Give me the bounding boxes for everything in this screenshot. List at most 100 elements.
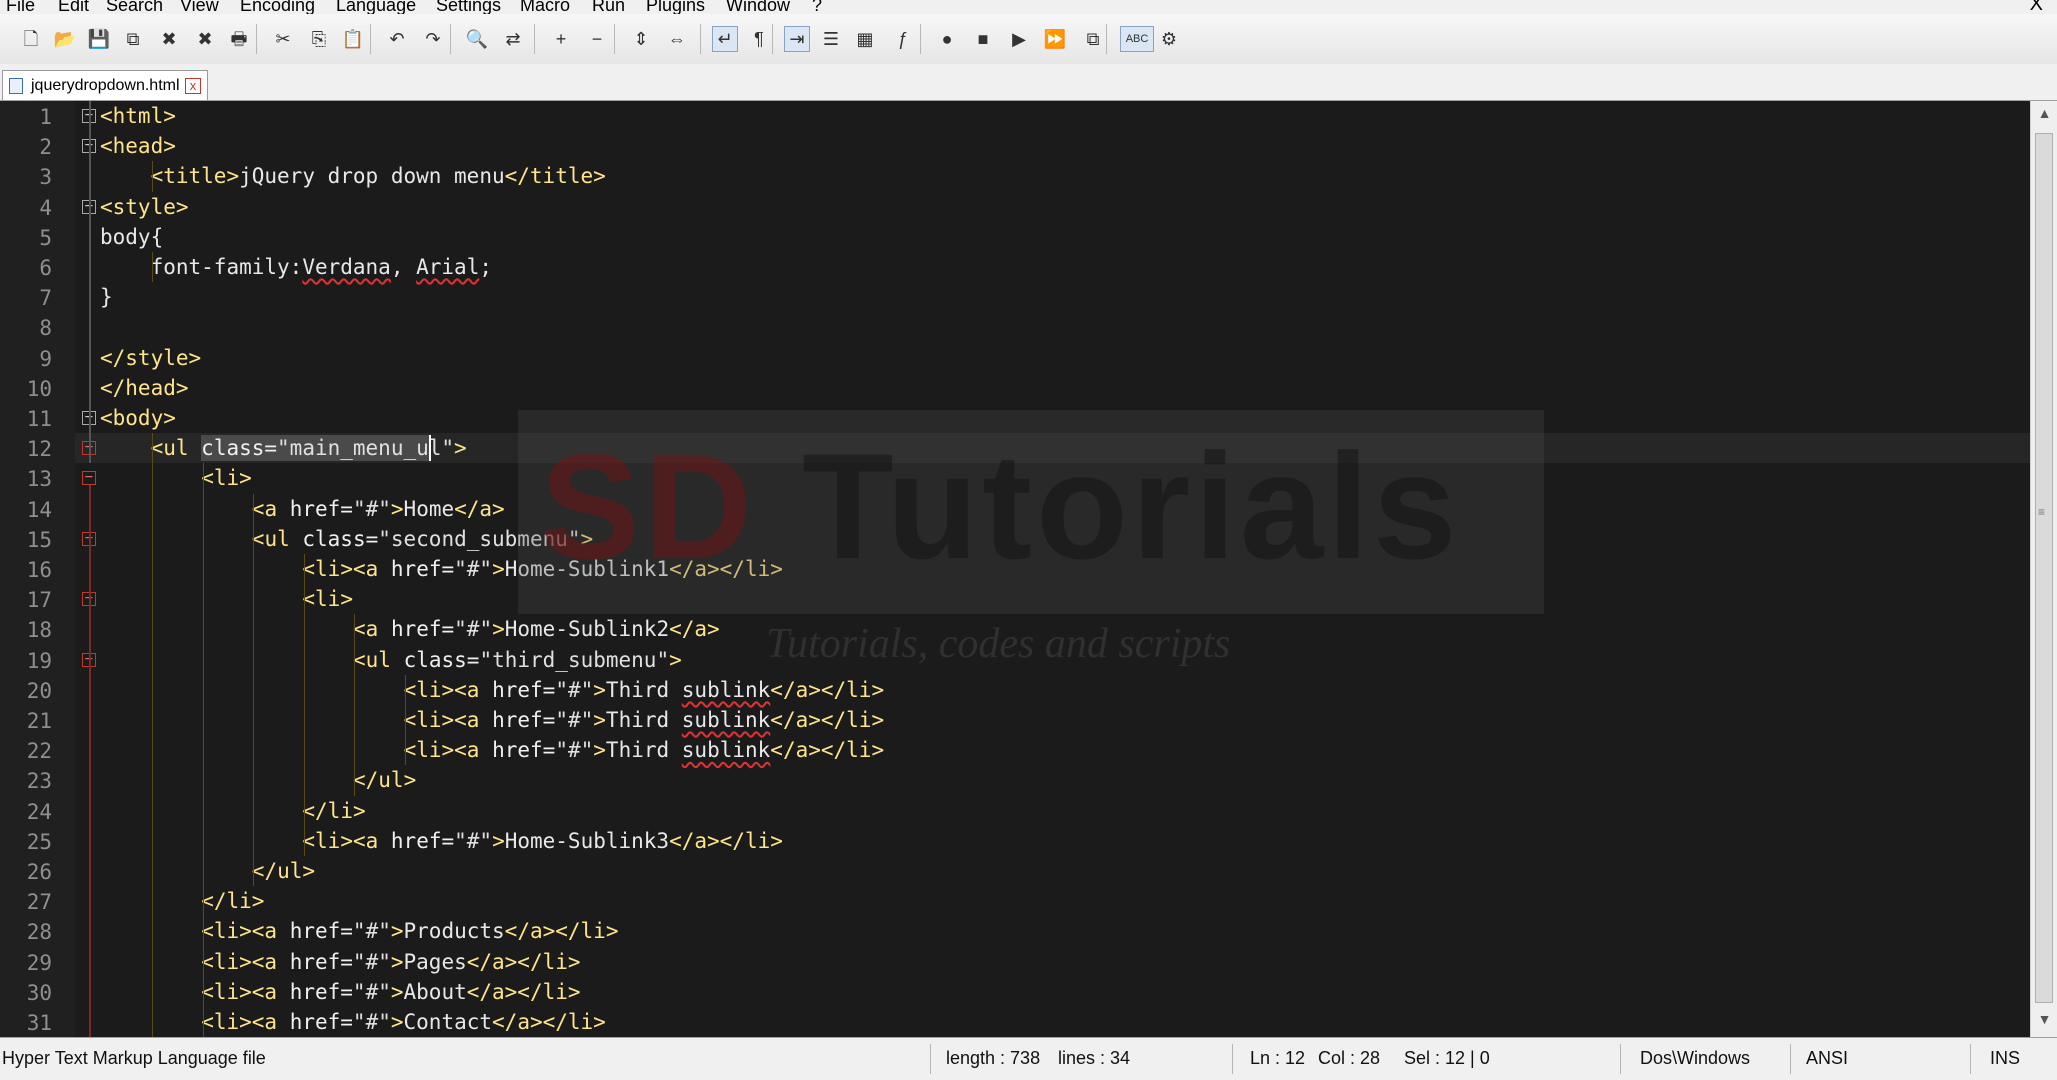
zoom-out-icon[interactable]: −	[584, 26, 610, 52]
scroll-up-icon[interactable]: ▲	[2031, 105, 2057, 121]
code-line[interactable]: <li><a href="#">Products</a></li>	[201, 916, 618, 946]
new-file-icon[interactable]: 🗋	[18, 26, 44, 52]
fold-toggle-icon[interactable]: −	[82, 470, 96, 486]
show-all-chars-icon[interactable]: ¶	[746, 26, 772, 52]
code-tag-token: </a></li>	[770, 738, 885, 763]
code-line[interactable]: <li><a href="#">Third sublink</a></li>	[404, 705, 885, 735]
code-line[interactable]: font-family:Verdana, Arial;	[151, 252, 492, 282]
code-line[interactable]: </ul>	[353, 765, 416, 795]
line-number-gutter[interactable]: 1 2 3 4 5 6 7 8 9 10 11 12 13 14 15 16 17 18 19 20 21 22 23 24 2…	[0, 101, 75, 1037]
code-line[interactable]: <html>	[100, 101, 176, 131]
tab-jquerydropdown[interactable]: jquerydropdown.html x	[2, 70, 208, 100]
code-line[interactable]: <li><a href="#">Home-Sublink3</a></li>	[302, 826, 783, 856]
menu-item-view[interactable]: View	[180, 0, 219, 14]
code-line[interactable]: <li>	[302, 584, 353, 614]
menu-item-language[interactable]: Language	[336, 0, 416, 14]
menu-item-plugins[interactable]: Plugins	[646, 0, 705, 14]
save-macro-icon[interactable]: ⧉	[1080, 26, 1106, 52]
status-divider	[1620, 1044, 1621, 1074]
menu-item-help[interactable]: ?	[812, 0, 822, 14]
code-line[interactable]: <li><a href="#">Pages</a></li>	[201, 947, 580, 977]
sync-vertical-icon[interactable]: ⇕	[628, 26, 654, 52]
code-line[interactable]: </ul>	[252, 856, 315, 886]
code-line[interactable]: <a href="#">Home-Sublink2</a>	[353, 614, 720, 644]
code-tag-token: <ul	[353, 647, 404, 672]
replace-icon[interactable]: ⇄	[500, 26, 526, 52]
code-line[interactable]: </head>	[100, 373, 189, 403]
print-icon[interactable]: 🖶	[226, 26, 252, 52]
cut-icon[interactable]: ✂	[270, 26, 296, 52]
spell-check-icon[interactable]: ABC	[1120, 26, 1154, 52]
line-number: 8	[39, 316, 52, 341]
code-line[interactable]: <title>jQuery drop down menu</title>	[151, 161, 606, 191]
code-line[interactable]: <ul class="second_submenu">	[252, 524, 593, 554]
close-icon[interactable]: ✖	[156, 26, 182, 52]
code-line[interactable]: </style>	[100, 343, 201, 373]
code-line[interactable]: <li>	[201, 463, 252, 493]
indent-guide	[152, 946, 153, 977]
menu-item-edit[interactable]: Edit	[58, 0, 89, 14]
code-line[interactable]: body{	[100, 222, 163, 252]
save-icon[interactable]: 💾	[86, 26, 112, 52]
close-all-icon[interactable]: ✖	[192, 26, 218, 52]
record-macro-icon[interactable]: ●	[934, 26, 960, 52]
code-line[interactable]: <li><a href="#">Home-Sublink1</a></li>	[302, 554, 783, 584]
status-column: Col : 28	[1318, 1048, 1381, 1068]
preferences-icon[interactable]: ⚙	[1156, 26, 1182, 52]
doc-map-icon[interactable]: ▦	[852, 26, 878, 52]
find-icon[interactable]: 🔍	[464, 26, 490, 52]
indent-guide	[152, 886, 153, 917]
indent-guide	[354, 614, 356, 645]
menu-item-search[interactable]: Search	[106, 0, 163, 14]
code-editor[interactable]: 1 2 3 4 5 6 7 8 9 10 11 12 13 14 15 16 17 18 19 20 21 22 23 24 2…	[0, 101, 2030, 1037]
code-line[interactable]: <li><a href="#">About</a></li>	[201, 977, 580, 1007]
user-language-icon[interactable]: ☰	[818, 26, 844, 52]
vertical-scrollbar[interactable]: ▲ ≡ ▼	[2030, 101, 2057, 1037]
menu-item-macro[interactable]: Macro	[520, 0, 570, 14]
paste-icon[interactable]: 📋	[340, 26, 366, 52]
code-line[interactable]: <li><a href="#">Contact</a></li>	[201, 1007, 606, 1037]
indent-guide-icon[interactable]: ⇥	[784, 26, 810, 52]
code-line[interactable]: <ul class="third_submenu">	[353, 645, 682, 675]
code-tag-token: <head>	[100, 134, 176, 159]
menu-item-file[interactable]: File	[6, 0, 35, 14]
tab-close-icon[interactable]: x	[185, 78, 201, 94]
open-file-icon[interactable]: 📂	[52, 26, 78, 52]
function-list-icon[interactable]: ƒ	[890, 26, 916, 52]
code-line[interactable]: <style>	[100, 192, 189, 222]
zoom-in-icon[interactable]: +	[548, 26, 574, 52]
playback-macro-icon[interactable]: ▶	[1006, 26, 1032, 52]
code-line[interactable]: </li>	[201, 886, 264, 916]
code-line[interactable]: </li>	[302, 796, 365, 826]
code-line[interactable]: }	[100, 282, 113, 312]
code-text-token: href=	[289, 979, 353, 1004]
undo-icon[interactable]: ↶	[384, 26, 410, 52]
copy-icon[interactable]: ⎘	[306, 26, 332, 52]
menu-item-window[interactable]: Window	[726, 0, 790, 14]
sync-horizontal-icon[interactable]: ⇔	[664, 26, 690, 52]
window-close-button[interactable]: X	[2030, 0, 2043, 14]
menu-item-run[interactable]: Run	[592, 0, 625, 14]
status-insert-mode: INS	[1990, 1048, 2021, 1068]
word-wrap-icon[interactable]: ↵	[712, 26, 738, 52]
scrollbar-thumb[interactable]	[2035, 133, 2053, 1003]
code-line[interactable]: <li><a href="#">Third sublink</a></li>	[404, 675, 885, 705]
status-selection: Sel : 12 | 0	[1404, 1048, 1490, 1068]
run-macro-multiple-icon[interactable]: ⏩	[1042, 26, 1068, 52]
code-tag-token: </a></li>	[669, 828, 783, 853]
code-line[interactable]: <a href="#">Home</a>	[252, 494, 505, 524]
redo-icon[interactable]: ↷	[420, 26, 446, 52]
save-all-icon[interactable]: ⧉	[120, 26, 146, 52]
stop-record-icon[interactable]: ■	[970, 26, 996, 52]
code-line[interactable]: <li><a href="#">Third sublink</a></li>	[404, 735, 885, 765]
code-tag-token: >	[492, 617, 505, 642]
spellcheck-flagged-word: sublink	[681, 738, 771, 763]
menu-item-encoding[interactable]: Encoding	[240, 0, 315, 14]
indent-guide	[303, 614, 305, 645]
menu-item-settings[interactable]: Settings	[436, 0, 501, 14]
code-text-token: "#"	[555, 738, 594, 763]
code-line[interactable]: <body>	[100, 403, 176, 433]
scroll-down-icon[interactable]: ▼	[2031, 1011, 2057, 1027]
code-line[interactable]: <ul class="main_menu_ul">	[151, 433, 467, 463]
code-line[interactable]: <head>	[100, 131, 176, 161]
